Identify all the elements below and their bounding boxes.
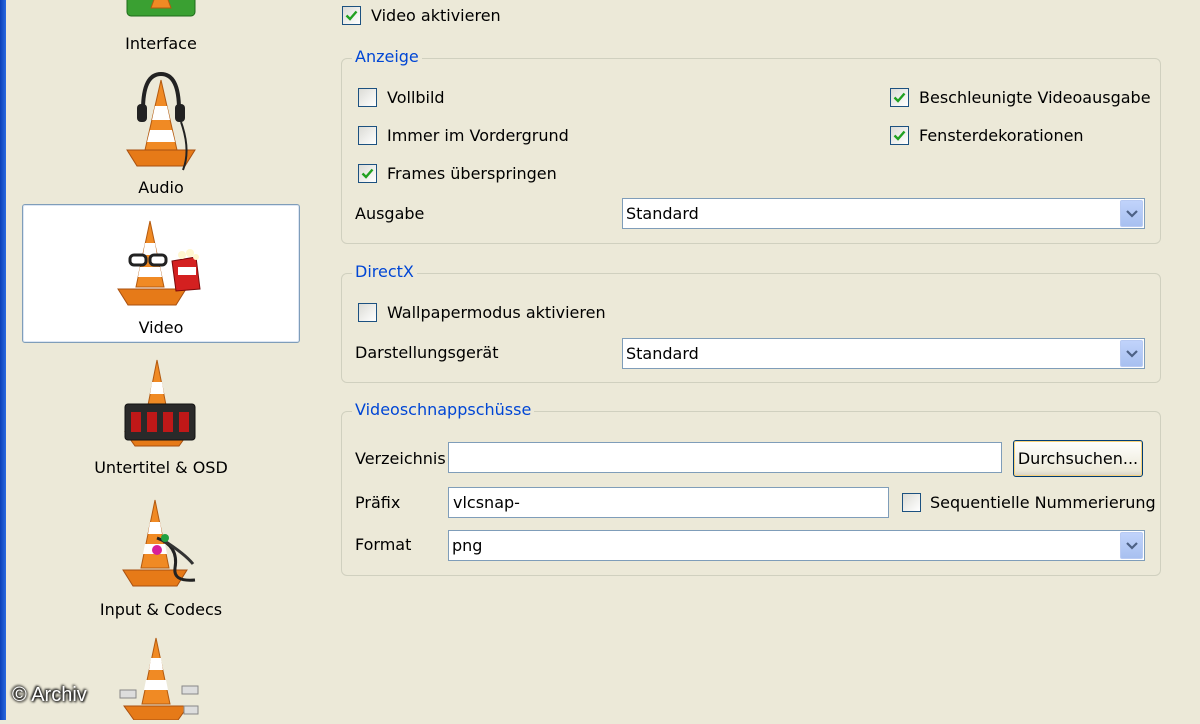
chevron-down-icon[interactable] xyxy=(1120,200,1143,227)
prefix-label: Präfix xyxy=(355,493,401,512)
format-select[interactable]: png xyxy=(448,530,1145,561)
sidebar-item-label: Interface xyxy=(125,34,197,53)
fullscreen-label: Vollbild xyxy=(387,88,445,107)
sidebar-item-interface[interactable]: Interface xyxy=(22,0,300,62)
sidebar-item-subtitles-osd[interactable]: Untertitel & OSD xyxy=(22,352,300,482)
interface-icon xyxy=(121,0,201,26)
prefix-input[interactable] xyxy=(448,487,889,518)
display-device-select[interactable]: Standard xyxy=(622,338,1145,369)
subtitle-display-icon xyxy=(121,358,201,454)
directory-label: Verzeichnis xyxy=(355,449,446,468)
input-cables-icon xyxy=(119,498,203,594)
format-select-value: png xyxy=(452,536,483,555)
fullscreen-checkbox[interactable] xyxy=(358,88,377,107)
sidebar-item-audio[interactable]: Audio xyxy=(22,66,300,198)
window-decorations-checkbox[interactable] xyxy=(890,126,909,145)
output-select-value: Standard xyxy=(626,204,699,223)
sidebar-item-input-codecs[interactable]: Input & Codecs xyxy=(22,494,300,624)
display-device-select-value: Standard xyxy=(626,344,699,363)
copyright-watermark: © Archiv xyxy=(12,684,87,706)
anzeige-group-title: Anzeige xyxy=(352,47,422,67)
network-icon xyxy=(116,634,206,724)
directory-input[interactable] xyxy=(448,442,1002,473)
sidebar-item-label: Video xyxy=(138,318,184,337)
sidebar-item-label: Input & Codecs xyxy=(99,600,223,619)
wallpaper-mode-checkbox[interactable] xyxy=(358,303,377,322)
snapshots-group-title: Videoschnappschüsse xyxy=(352,400,535,420)
format-label: Format xyxy=(355,535,412,554)
sequential-numbering-label: Sequentielle Nummerierung xyxy=(930,493,1156,512)
chevron-down-icon[interactable] xyxy=(1120,532,1143,559)
video-enable-checkbox[interactable] xyxy=(342,6,361,25)
video-enable-label: Video aktivieren xyxy=(371,6,501,25)
output-select[interactable]: Standard xyxy=(622,198,1145,229)
window-decorations-label: Fensterdekorationen xyxy=(919,126,1084,145)
prefix-input-field[interactable] xyxy=(449,488,888,517)
directory-input-field[interactable] xyxy=(449,443,1001,472)
accelerated-output-checkbox[interactable] xyxy=(890,88,909,107)
directx-group-title: DirectX xyxy=(352,262,417,282)
sequential-numbering-checkbox[interactable] xyxy=(902,493,921,512)
display-device-label: Darstellungsgerät xyxy=(355,343,499,362)
accelerated-output-label: Beschleunigte Videoausgabe xyxy=(919,88,1151,107)
wallpaper-mode-label: Wallpapermodus aktivieren xyxy=(387,303,606,322)
audio-headphones-icon xyxy=(121,70,201,178)
sidebar-item-network[interactable] xyxy=(22,634,300,721)
preferences-category-list: Interface Audio Video Untertitel & OSD I… xyxy=(6,0,318,721)
video-glasses-icon xyxy=(116,217,206,313)
skip-frames-checkbox[interactable] xyxy=(358,164,377,183)
always-on-top-checkbox[interactable] xyxy=(358,126,377,145)
video-settings-panel: Video aktivieren Anzeige Vollbild Immer … xyxy=(318,0,1200,720)
sidebar-item-video[interactable]: Video xyxy=(22,204,300,343)
skip-frames-label: Frames überspringen xyxy=(387,164,557,183)
output-label: Ausgabe xyxy=(355,204,425,223)
sidebar-item-label: Untertitel & OSD xyxy=(94,458,228,477)
sidebar-item-label: Audio xyxy=(138,178,184,197)
browse-button[interactable]: Durchsuchen... xyxy=(1013,440,1143,477)
chevron-down-icon[interactable] xyxy=(1120,340,1143,367)
always-on-top-label: Immer im Vordergrund xyxy=(387,126,569,145)
